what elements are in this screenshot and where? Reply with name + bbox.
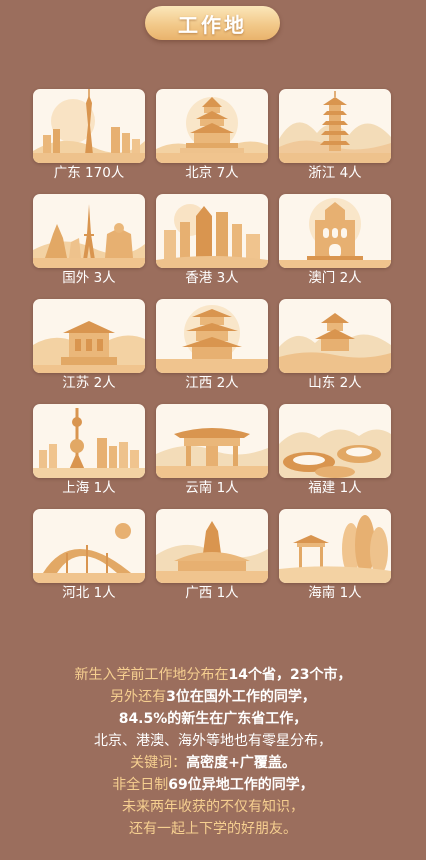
summary-text: 新生入学前工作地分布在14个省，23个市， 另外还有3位在国外工作的同学， 84… (0, 664, 426, 840)
summary-line-2: 另外还有3位在国外工作的同学， (110, 689, 316, 705)
location-card (279, 509, 391, 583)
location-item-zhejiang: 浙江 4人 (279, 89, 391, 184)
location-item-guangxi: 广西 1人 (156, 509, 268, 604)
location-card (156, 509, 268, 583)
location-label: 广东 170人 (53, 165, 125, 181)
location-item-macau: 澳门 2人 (279, 194, 391, 289)
location-label: 广西 1人 (185, 585, 239, 601)
location-card (156, 299, 268, 373)
location-item-shanghai: 上海 1人 (33, 404, 145, 499)
location-label: 江西 2人 (185, 375, 239, 391)
summary-line-8: 还有一起上下学的好朋友。 (129, 821, 297, 837)
location-card (156, 89, 268, 163)
summary-line-1: 新生入学前工作地分布在14个省，23个市， (74, 667, 352, 683)
location-label: 国外 3人 (62, 270, 116, 286)
ruins-of-st-paul-icon (279, 198, 391, 268)
canton-tower-icon (33, 89, 145, 163)
location-label: 福建 1人 (308, 480, 362, 496)
location-label: 上海 1人 (62, 480, 116, 496)
location-label: 澳门 2人 (308, 270, 362, 286)
location-card (33, 89, 145, 163)
sun-yat-sen-mausoleum-icon (33, 321, 145, 373)
location-item-yunnan: 云南 1人 (156, 404, 268, 499)
location-card (279, 194, 391, 268)
hong-kong-skyline-icon (156, 204, 268, 268)
summary-line-3: 84.5%的新生在广东省工作， (118, 711, 308, 727)
location-item-beijing: 北京 7人 (156, 89, 268, 184)
location-label: 浙江 4人 (308, 165, 362, 181)
guangxi-hall-icon (156, 521, 268, 583)
location-card (33, 404, 145, 478)
location-item-hongkong: 香港 3人 (156, 194, 268, 289)
location-item-jiangsu: 江苏 2人 (33, 299, 145, 394)
yunnan-gate-icon (156, 428, 268, 478)
summary-line-4: 北京、港澳、海外等地也有零星分布， (94, 733, 332, 749)
location-label: 海南 1人 (308, 585, 362, 601)
summary-line-5: 关键词：高密度+广覆盖。 (130, 755, 296, 771)
location-card (279, 89, 391, 163)
shandong-pavilion-icon (279, 313, 391, 373)
hainan-pavilion-icon (279, 515, 391, 583)
tulou-icon (279, 429, 391, 478)
location-card (279, 404, 391, 478)
section-title-badge: 工作地 (145, 6, 280, 40)
summary-line-6: 非全日制69位异地工作的同学， (112, 777, 314, 793)
location-item-guangdong: 广东 170人 (33, 89, 145, 184)
location-card (33, 299, 145, 373)
location-label: 河北 1人 (62, 585, 116, 601)
stadium-icon (33, 523, 145, 583)
location-label: 北京 7人 (185, 165, 239, 181)
location-card (33, 194, 145, 268)
location-label: 香港 3人 (185, 270, 239, 286)
temple-of-heaven-icon (156, 97, 268, 163)
location-label: 江苏 2人 (62, 375, 116, 391)
location-card (156, 194, 268, 268)
location-label: 云南 1人 (185, 480, 239, 496)
eiffel-tower-icon (33, 204, 145, 268)
leifeng-pagoda-icon (279, 91, 391, 163)
tengwang-pavilion-icon (156, 305, 268, 373)
location-card (33, 509, 145, 583)
location-label: 山东 2人 (308, 375, 362, 391)
location-item-shandong: 山东 2人 (279, 299, 391, 394)
location-item-abroad: 国外 3人 (33, 194, 145, 289)
location-item-hainan: 海南 1人 (279, 509, 391, 604)
location-item-fujian: 福建 1人 (279, 404, 391, 499)
location-grid: 广东 170人 北京 7人 浙江 4人 国外 3人 香港 3人 澳门 2人 江苏… (33, 89, 397, 604)
location-item-jiangxi: 江西 2人 (156, 299, 268, 394)
summary-line-7: 未来两年收获的不仅有知识， (122, 799, 304, 815)
oriental-pearl-tower-icon (33, 408, 145, 478)
section-title: 工作地 (178, 12, 247, 37)
location-item-hebei: 河北 1人 (33, 509, 145, 604)
location-card (156, 404, 268, 478)
location-card (279, 299, 391, 373)
